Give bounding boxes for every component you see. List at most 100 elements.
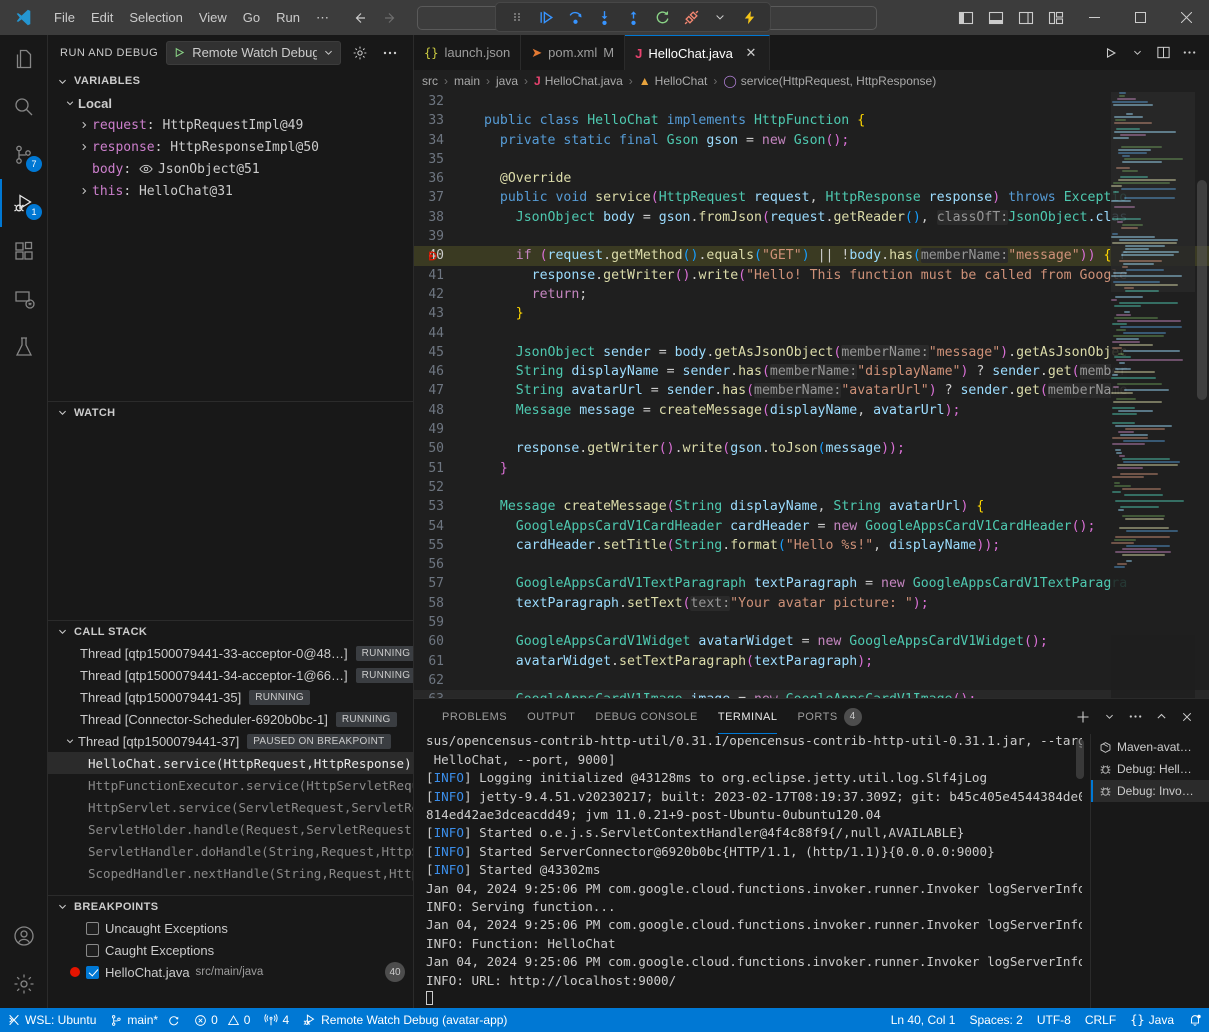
minimize-icon[interactable] <box>1071 0 1117 35</box>
accounts-icon[interactable] <box>0 912 48 960</box>
breakpoint-checkbox[interactable] <box>86 922 99 935</box>
launch-configuration-select[interactable]: Remote Watch Debug <box>166 41 341 65</box>
tab-terminal[interactable]: TERMINAL <box>708 699 788 734</box>
breakpoint-row[interactable]: HelloChat.java src/main/java 40 <box>48 961 413 983</box>
code-line[interactable]: 50 response.getWriter().write(gson.toJso… <box>414 439 1209 458</box>
code-line[interactable]: 54 GoogleAppsCardV1CardHeader cardHeader… <box>414 517 1209 536</box>
variable-row[interactable]: this: HelloChat@31 <box>48 180 413 202</box>
stack-frame-row[interactable]: HttpServlet.service(ServletRequest,Servl… <box>48 796 413 818</box>
chevron-right-icon[interactable] <box>76 186 92 196</box>
code-line[interactable]: 49 <box>414 420 1209 439</box>
code-line[interactable]: 46 String displayName = sender.has(membe… <box>414 362 1209 381</box>
breakpoint-checkbox[interactable] <box>86 966 99 979</box>
code-line[interactable]: 37 public void service(HttpRequest reque… <box>414 188 1209 207</box>
chevron-down-icon[interactable] <box>1125 41 1149 65</box>
manage-gear-icon[interactable] <box>0 960 48 1008</box>
menu-go[interactable]: Go <box>235 0 268 35</box>
code-line[interactable]: 40 if (request.getMethod().equals("GET")… <box>414 246 1209 265</box>
maximize-panel-icon[interactable] <box>1149 705 1173 729</box>
arrow-right-icon[interactable] <box>383 10 399 26</box>
stack-frame-row[interactable]: HelloChat.service(HttpRequest,HttpRespon… <box>48 752 413 774</box>
arrow-left-icon[interactable] <box>351 10 367 26</box>
breadcrumb-item[interactable]: service(HttpRequest, HttpResponse) <box>741 74 936 88</box>
call-stack-section-header[interactable]: CALL STACK <box>48 620 413 642</box>
breadcrumb-item[interactable]: main <box>454 74 480 88</box>
debug-session-indicator[interactable]: Remote Watch Debug (avatar-app) <box>296 1008 514 1032</box>
terminal-list-item[interactable]: Maven-avat… <box>1091 736 1209 758</box>
step-over-icon[interactable] <box>562 5 588 29</box>
code-line[interactable]: 39 <box>414 227 1209 246</box>
extensions-icon[interactable] <box>0 227 48 275</box>
code-line[interactable]: 63 GoogleAppsCardV1Image image = new Goo… <box>414 690 1209 698</box>
source-control-icon[interactable]: 7 <box>0 131 48 179</box>
step-into-icon[interactable] <box>591 5 617 29</box>
code-line[interactable]: 32 <box>414 92 1209 111</box>
breakpoint-row[interactable]: Caught Exceptions <box>48 939 413 961</box>
code-line[interactable]: 60 GoogleAppsCardV1Widget avatarWidget =… <box>414 632 1209 651</box>
run-java-icon[interactable] <box>1099 41 1123 65</box>
code-line[interactable]: 43 } <box>414 304 1209 323</box>
code-line[interactable]: 33public class HelloChat implements Http… <box>414 111 1209 130</box>
problems-indicator[interactable]: 0 0 <box>187 1008 257 1032</box>
code-line[interactable]: 41 response.getWriter().write("Hello! Th… <box>414 266 1209 285</box>
breadcrumb-item[interactable]: HelloChat <box>655 74 708 88</box>
customize-layout-icon[interactable] <box>1041 0 1071 35</box>
chevron-down-icon[interactable] <box>1097 705 1121 729</box>
code-line[interactable]: 55 cardHeader.setTitle(String.format("He… <box>414 536 1209 555</box>
close-icon[interactable] <box>1163 0 1209 35</box>
terminal-cursor[interactable] <box>426 990 1082 1008</box>
toggle-primary-sidebar-icon[interactable] <box>951 0 981 35</box>
terminal-list-item[interactable]: Debug: Invo… <box>1091 780 1209 802</box>
variable-row[interactable]: body: JsonObject@51 <box>48 158 413 180</box>
tab-pom-xml[interactable]: ➤ pom.xml M <box>521 35 625 70</box>
run-and-debug-icon[interactable]: 1 <box>0 179 48 227</box>
toggle-panel-icon[interactable] <box>981 0 1011 35</box>
language-mode[interactable]: {} Java <box>1123 1008 1181 1032</box>
maximize-icon[interactable] <box>1117 0 1163 35</box>
ellipsis-icon[interactable] <box>1177 41 1201 65</box>
code-line[interactable]: 53 Message createMessage(String displayN… <box>414 497 1209 516</box>
toggle-secondary-sidebar-icon[interactable] <box>1011 0 1041 35</box>
notifications[interactable] <box>1181 1008 1209 1032</box>
code-line[interactable]: 51 } <box>414 459 1209 478</box>
hot-reload-icon[interactable] <box>736 5 762 29</box>
code-line[interactable]: 38 JsonObject body = gson.fromJson(reque… <box>414 208 1209 227</box>
watch-section-header[interactable]: WATCH <box>48 401 413 423</box>
thread-row[interactable]: Thread [Connector-Scheduler-6920b0bc-1] … <box>48 708 413 730</box>
code-line[interactable]: 34 private static final Gson gson = new … <box>414 131 1209 150</box>
code-line[interactable]: 47 String avatarUrl = sender.has(memberN… <box>414 381 1209 400</box>
tab-debug-console[interactable]: DEBUG CONSOLE <box>585 699 707 734</box>
gear-icon[interactable] <box>349 42 371 64</box>
testing-icon[interactable] <box>0 323 48 371</box>
code-editor[interactable]: 3233public class HelloChat implements Ht… <box>414 92 1209 698</box>
new-terminal-icon[interactable] <box>1071 705 1095 729</box>
split-editor-icon[interactable] <box>1151 41 1175 65</box>
tab-hellochat-java[interactable]: J HelloChat.java ✕ <box>625 35 770 70</box>
minimap-slider[interactable] <box>1111 92 1195 292</box>
thread-row[interactable]: Thread [qtp1500079441-34-acceptor-1@66…]… <box>48 664 413 686</box>
breadcrumb-item[interactable]: src <box>422 74 438 88</box>
stack-frame-row[interactable]: HttpFunctionExecutor.service(HttpServlet… <box>48 774 413 796</box>
variable-row[interactable]: request: HttpRequestImpl@49 <box>48 114 413 136</box>
stack-frame-row[interactable]: ServletHolder.handle(Request,ServletRequ… <box>48 818 413 840</box>
menu-selection[interactable]: Selection <box>121 0 190 35</box>
breadcrumb-item[interactable]: HelloChat.java <box>545 74 623 88</box>
step-out-icon[interactable] <box>620 5 646 29</box>
tab-launch-json[interactable]: {} launch.json <box>414 35 521 70</box>
tab-problems[interactable]: PROBLEMS <box>432 699 517 734</box>
play-icon[interactable] <box>173 46 186 59</box>
code-line[interactable]: 44 <box>414 324 1209 343</box>
terminal-list-item[interactable]: Debug: Hell… <box>1091 758 1209 780</box>
code-line[interactable]: 35 <box>414 150 1209 169</box>
continue-icon[interactable] <box>533 5 559 29</box>
close-panel-icon[interactable] <box>1175 705 1199 729</box>
variables-scope-local[interactable]: Local <box>48 92 413 114</box>
branch-indicator[interactable]: main* <box>103 1008 187 1032</box>
breadcrumb-item[interactable]: java <box>496 74 518 88</box>
breakpoints-section-header[interactable]: BREAKPOINTS <box>48 895 413 917</box>
menu-more[interactable]: ⋯ <box>308 0 337 35</box>
code-line[interactable]: 58 textParagraph.setText(text:"Your avat… <box>414 594 1209 613</box>
variables-section-header[interactable]: VARIABLES <box>48 70 413 92</box>
code-line[interactable]: 61 avatarWidget.setTextParagraph(textPar… <box>414 652 1209 671</box>
watch-tree[interactable] <box>48 423 413 620</box>
